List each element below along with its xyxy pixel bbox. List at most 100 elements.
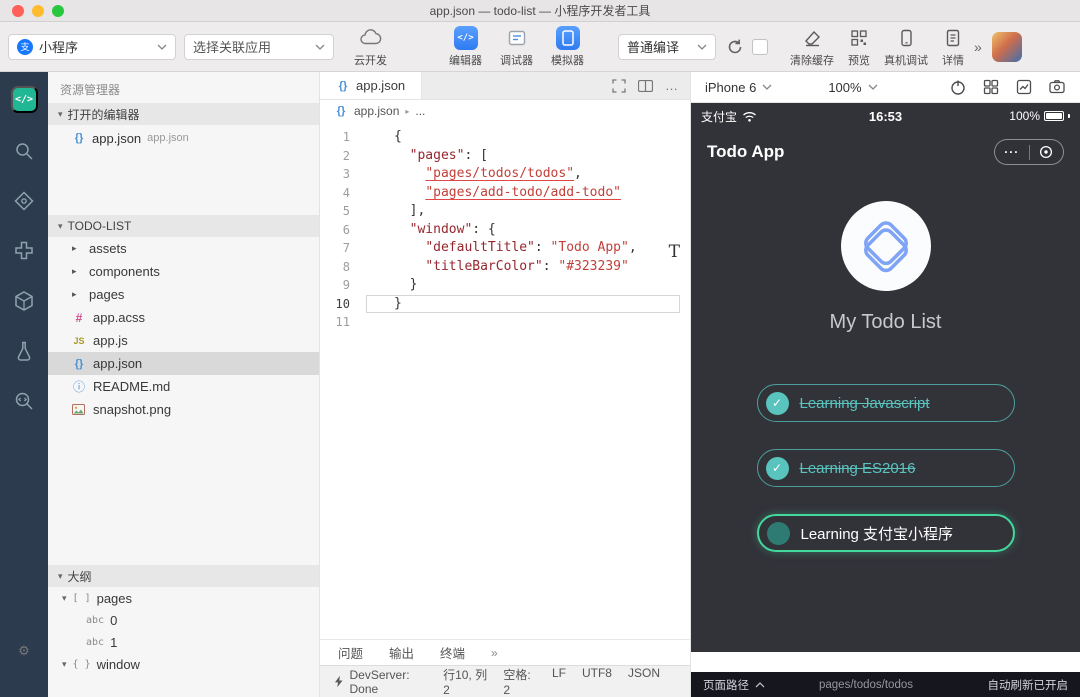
more-actions-button[interactable]: … <box>665 78 678 93</box>
zoom-button[interactable] <box>52 5 64 17</box>
rail-item-editor[interactable]: </> <box>10 86 38 113</box>
rail-item-settings[interactable]: ⚙ <box>18 643 30 659</box>
tree-item-app-json[interactable]: {} app.json <box>48 352 319 375</box>
rail-item-git[interactable] <box>12 189 36 213</box>
open-editors-section-header[interactable]: ▾ 打开的编辑器 <box>48 103 319 125</box>
code-line[interactable]: 6 "window": { <box>320 221 690 240</box>
breadcrumb-file: app.json <box>354 104 400 118</box>
compile-mode-select[interactable]: 普通编译 <box>618 33 716 60</box>
rail-item-code-search[interactable] <box>12 389 36 413</box>
code-search-icon <box>15 392 33 410</box>
open-editor-item[interactable]: {} app.json app.json <box>48 125 319 151</box>
cloud-dev-button[interactable]: 云开发 <box>354 26 387 68</box>
todo-item[interactable]: ✓ Learning Javascript <box>756 384 1015 422</box>
line-number: 11 <box>335 315 350 329</box>
capsule-home-button[interactable] <box>1030 140 1064 164</box>
outline-label: window <box>96 656 140 672</box>
outline-item-window[interactable]: ▾ { } window <box>48 653 319 675</box>
preview-button[interactable]: 预览 <box>848 26 870 68</box>
code-line[interactable]: 10} <box>320 295 690 314</box>
zoom-select[interactable]: 100% <box>828 80 878 95</box>
check-icon: ✓ <box>765 391 789 415</box>
apps-grid-button[interactable] <box>982 78 1000 96</box>
editor-tabbar: {} app.json … <box>320 72 690 100</box>
rail-item-test[interactable] <box>12 339 36 363</box>
panel-tab-终端[interactable]: 终端 <box>440 643 465 662</box>
js-file-icon: JS <box>73 335 85 346</box>
compile-option-button[interactable] <box>752 38 768 55</box>
code-line[interactable]: 5 ], <box>320 202 690 221</box>
capsule-more-button[interactable]: ··· <box>995 140 1029 164</box>
tree-item-app-js[interactable]: JS app.js <box>48 329 319 352</box>
tree-item-snapshot-png[interactable]: snapshot.png <box>48 398 319 421</box>
status-item[interactable]: LF <box>552 666 566 697</box>
fit-view-button[interactable] <box>612 78 626 93</box>
code-line[interactable]: 3 "pages/todos/todos", <box>320 165 690 184</box>
code-line[interactable]: 4 "pages/add-todo/add-todo" <box>320 184 690 203</box>
compile-refresh-button[interactable] <box>726 38 744 56</box>
todo-item[interactable]: ✓ Learning ES2016 <box>756 449 1015 487</box>
tree-item-README-md[interactable]: ⓘ README.md <box>48 375 319 398</box>
device-debug-button[interactable]: 真机调试 <box>884 26 928 68</box>
debugger-tool-button[interactable]: 调试器 <box>500 26 533 68</box>
outline-section-header[interactable]: ▾ 大纲 <box>48 565 319 587</box>
devserver-status[interactable]: DevServer: Done <box>350 668 438 696</box>
editor-tool-button[interactable]: </> 编辑器 <box>449 25 482 68</box>
outline-item-pages[interactable]: ▾ [ ] pages <box>48 587 319 609</box>
code-line[interactable]: 2 "pages": [ <box>320 147 690 166</box>
tree-item-components[interactable]: ▸ components <box>48 260 319 283</box>
status-item[interactable]: 行10, 列2 <box>443 666 487 697</box>
todo-list: ✓ Learning Javascript ✓ Learning ES2016 Lear… <box>756 384 1015 552</box>
code-line[interactable]: 11 <box>320 313 690 332</box>
project-section-header[interactable]: ▾ TODO-LIST <box>48 215 319 237</box>
breadcrumb[interactable]: {} app.json ▸ ... <box>320 100 690 122</box>
page-path-label: 页面路径 <box>703 679 749 692</box>
related-app-select[interactable]: 选择关联应用 <box>184 33 334 60</box>
detail-button[interactable]: 详情 <box>942 26 964 68</box>
cloud-dev-label: 云开发 <box>354 54 387 67</box>
preview-label: 预览 <box>848 54 870 67</box>
rail-item-plugins[interactable] <box>12 239 36 263</box>
panel-tab-输出[interactable]: 输出 <box>389 643 414 662</box>
panel-tab-问题[interactable]: 问题 <box>338 643 363 662</box>
center-tools: </> 编辑器 调试器 模拟器 <box>449 25 584 68</box>
tree-item-pages[interactable]: ▸ pages <box>48 283 319 306</box>
minimize-button[interactable] <box>32 5 44 17</box>
code-line[interactable]: 1{ <box>320 128 690 147</box>
device-select[interactable]: iPhone 6 <box>705 80 772 95</box>
toolbar: 支 小程序 选择关联应用 云开发 </> 编辑器 调试器 模拟器 普通编译 清除… <box>0 22 1080 72</box>
toolbar-overflow-button[interactable]: » <box>974 39 982 55</box>
code-line[interactable]: 7 "defaultTitle": "Todo App", <box>320 239 690 258</box>
code-line[interactable]: 9 } <box>320 276 690 295</box>
rail-item-search[interactable] <box>12 139 36 163</box>
outline-item-1[interactable]: abc 1 <box>48 631 319 653</box>
status-item[interactable]: UTF8 <box>582 666 612 697</box>
close-button[interactable] <box>12 5 24 17</box>
code-editor[interactable]: 1{2 "pages": [3 "pages/todos/todos", 4 "p… <box>320 122 690 639</box>
split-editor-button[interactable] <box>638 79 653 92</box>
tree-item-app-acss[interactable]: # app.acss <box>48 306 319 329</box>
tab-app-json[interactable]: {} app.json <box>320 72 423 99</box>
clear-cache-button[interactable]: 清除缓存 <box>790 26 834 68</box>
tree-item-assets[interactable]: ▸ assets <box>48 237 319 260</box>
app-type-select[interactable]: 支 小程序 <box>8 33 176 60</box>
todo-item[interactable]: Learning 支付宝小程序 <box>756 514 1015 552</box>
code-line[interactable]: 8 "titleBarColor": "#323239" <box>320 258 690 277</box>
chevron-up-icon <box>755 681 765 687</box>
panel-overflow-icon[interactable]: » <box>491 646 498 660</box>
editor-area: {} app.json … {} app.json ▸ ... 1 {2 "p… <box>320 72 690 697</box>
screenshot-button[interactable] <box>1048 78 1066 96</box>
devserver-icon <box>334 675 343 688</box>
rail-item-packages[interactable] <box>12 289 36 313</box>
status-item[interactable]: 空格: 2 <box>503 666 536 697</box>
page-path-toggle[interactable]: 页面路径 <box>703 677 765 693</box>
user-avatar[interactable] <box>991 31 1022 62</box>
power-icon <box>951 80 965 95</box>
related-app-label: 选择关联应用 <box>193 40 272 55</box>
unchecked-circle-icon <box>766 521 790 545</box>
outline-item-0[interactable]: abc 0 <box>48 609 319 631</box>
performance-button[interactable] <box>1015 78 1033 96</box>
simulator-tool-button[interactable]: 模拟器 <box>551 25 584 68</box>
status-item[interactable]: JSON <box>628 666 660 697</box>
power-button[interactable] <box>949 78 967 96</box>
